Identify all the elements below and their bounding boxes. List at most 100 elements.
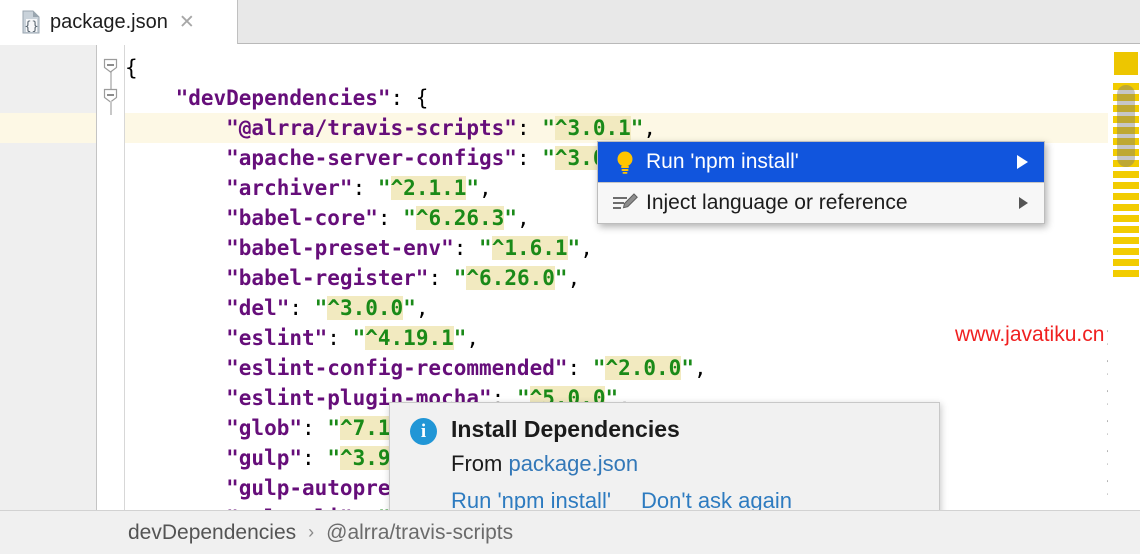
code-token: "babel-register" bbox=[125, 266, 428, 290]
code-token: " bbox=[454, 326, 467, 350]
code-token: ^6.26.3 bbox=[416, 206, 505, 230]
gutter-divider bbox=[96, 45, 97, 510]
code-token: ^1.6.1 bbox=[492, 236, 568, 260]
code-token: : bbox=[302, 416, 327, 440]
code-token: "archiver" bbox=[125, 176, 353, 200]
code-line[interactable]: "babel-preset-env": "^1.6.1", bbox=[125, 233, 1140, 263]
code-token: "gulp" bbox=[125, 446, 302, 470]
watermark-text: www.javatiku.cn bbox=[955, 323, 1104, 347]
code-line[interactable]: "devDependencies": { bbox=[125, 83, 1140, 113]
error-stripe-top[interactable] bbox=[1114, 52, 1138, 75]
code-token: ^3.0.0 bbox=[327, 296, 403, 320]
code-token: " bbox=[568, 236, 581, 260]
code-token: ^3.0.1 bbox=[555, 116, 631, 140]
lightbulb-icon bbox=[610, 149, 640, 175]
code-token: , bbox=[643, 116, 656, 140]
code-token: : bbox=[517, 116, 542, 140]
code-token: : bbox=[454, 236, 479, 260]
warning-stripe[interactable] bbox=[1113, 171, 1139, 178]
tab-label: package.json bbox=[50, 11, 168, 34]
tab-package-json[interactable]: {} package.json ✕ bbox=[0, 0, 238, 44]
submenu-arrow-icon bbox=[1017, 155, 1028, 169]
code-token: " bbox=[378, 176, 391, 200]
code-token: , bbox=[466, 326, 479, 350]
code-line[interactable]: "eslint-config-recommended": "^2.0.0", bbox=[125, 353, 1140, 383]
code-token: " bbox=[403, 206, 416, 230]
warning-stripe[interactable] bbox=[1113, 182, 1139, 189]
warning-stripe[interactable] bbox=[1113, 204, 1139, 211]
code-token: " bbox=[555, 266, 568, 290]
code-line[interactable]: { bbox=[125, 53, 1140, 83]
code-token: , bbox=[580, 236, 593, 260]
code-token: : bbox=[428, 266, 453, 290]
notification-header: i Install Dependencies bbox=[390, 403, 939, 445]
code-token: : bbox=[568, 356, 593, 380]
code-token: " bbox=[327, 446, 340, 470]
breadcrumb: devDependencies › @alrra/travis-scripts bbox=[0, 510, 1140, 554]
code-token: : bbox=[327, 326, 352, 350]
code-token: "babel-core" bbox=[125, 206, 378, 230]
code-token: "devDependencies" bbox=[125, 86, 391, 110]
code-token: ^4.19.1 bbox=[365, 326, 454, 350]
editor-tab-bar: {} package.json ✕ bbox=[0, 0, 1140, 44]
breadcrumb-item-devdependencies[interactable]: devDependencies bbox=[128, 521, 296, 545]
context-menu[interactable]: Run 'npm install' Inject language or ref… bbox=[597, 141, 1045, 224]
code-token: " bbox=[403, 296, 416, 320]
code-token: "glob" bbox=[125, 416, 302, 440]
menu-item-inject-language[interactable]: Inject language or reference bbox=[598, 183, 1044, 223]
warning-stripe[interactable] bbox=[1113, 193, 1139, 200]
code-token: ^2.0.0 bbox=[605, 356, 681, 380]
warning-stripe[interactable] bbox=[1113, 259, 1139, 266]
breadcrumb-separator-icon: › bbox=[308, 522, 314, 543]
code-token: : bbox=[289, 296, 314, 320]
code-token: " bbox=[631, 116, 644, 140]
submenu-arrow-icon bbox=[1019, 197, 1028, 209]
code-token: , bbox=[479, 176, 492, 200]
code-line[interactable]: "@alrra/travis-scripts": "^3.0.1", bbox=[125, 113, 1140, 143]
menu-item-label: Run 'npm install' bbox=[646, 150, 799, 174]
code-token: " bbox=[542, 146, 555, 170]
warning-stripe[interactable] bbox=[1113, 270, 1139, 277]
notification-from-prefix: From bbox=[451, 451, 508, 476]
close-icon[interactable]: ✕ bbox=[179, 13, 195, 32]
code-token: : bbox=[353, 176, 378, 200]
code-token: "eslint" bbox=[125, 326, 327, 350]
fold-marker-line-1[interactable] bbox=[103, 58, 118, 73]
menu-item-label: Inject language or reference bbox=[646, 191, 908, 215]
code-token: : { bbox=[391, 86, 429, 110]
code-token: , bbox=[517, 206, 530, 230]
code-token: " bbox=[593, 356, 606, 380]
notification-source-file-link[interactable]: package.json bbox=[508, 451, 638, 476]
inject-language-icon bbox=[610, 190, 640, 216]
warning-stripe[interactable] bbox=[1113, 226, 1139, 233]
warning-stripe[interactable] bbox=[1113, 237, 1139, 244]
code-token: ^6.26.0 bbox=[466, 266, 555, 290]
code-token: " bbox=[353, 326, 366, 350]
warning-scrollbar-gutter[interactable] bbox=[1108, 45, 1140, 510]
code-line[interactable]: "babel-register": "^6.26.0", bbox=[125, 263, 1140, 293]
code-token: " bbox=[466, 176, 479, 200]
breadcrumb-item-package[interactable]: @alrra/travis-scripts bbox=[326, 521, 513, 545]
code-token: : bbox=[302, 446, 327, 470]
code-token: " bbox=[327, 416, 340, 440]
code-token: { bbox=[125, 56, 138, 80]
notification-title: Install Dependencies bbox=[451, 416, 680, 443]
code-token: , bbox=[568, 266, 581, 290]
code-token: " bbox=[454, 266, 467, 290]
warning-stripe[interactable] bbox=[1113, 248, 1139, 255]
code-token: "@alrra/travis-scripts" bbox=[125, 116, 517, 140]
warning-stripe[interactable] bbox=[1113, 215, 1139, 222]
code-line[interactable]: "del": "^3.0.0", bbox=[125, 293, 1140, 323]
svg-text:{}: {} bbox=[24, 19, 38, 33]
vertical-scrollbar-thumb[interactable] bbox=[1117, 85, 1135, 167]
code-token: ^2.1.1 bbox=[391, 176, 467, 200]
code-token: , bbox=[694, 356, 707, 380]
notification-source-line: From package.json bbox=[390, 451, 939, 477]
info-icon: i bbox=[410, 418, 437, 445]
code-token: " bbox=[681, 356, 694, 380]
code-token: "apache-server-configs" bbox=[125, 146, 517, 170]
code-token: , bbox=[416, 296, 429, 320]
menu-item-run-npm-install[interactable]: Run 'npm install' bbox=[598, 142, 1044, 182]
code-token: " bbox=[504, 206, 517, 230]
caret-line-gutter-highlight bbox=[0, 113, 96, 143]
